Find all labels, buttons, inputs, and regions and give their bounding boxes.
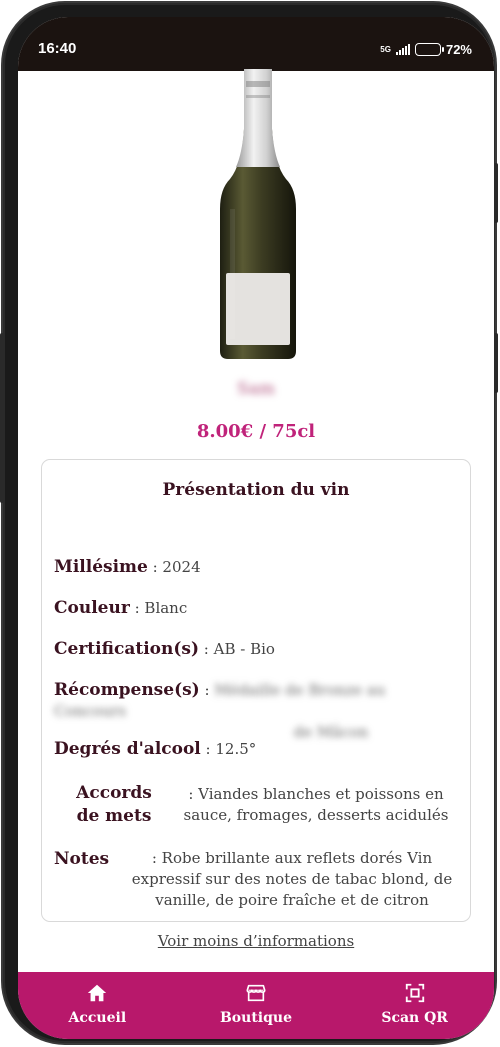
power-button: [494, 333, 498, 393]
notes-label: Notes: [54, 848, 126, 911]
notes-label-text: Notes: [54, 849, 110, 869]
accords-label-line1: Accords: [76, 783, 152, 803]
notes-value-line1: : Robe brillante aux reflets dorés Vin: [151, 849, 433, 867]
status-indicators: 5G 72%: [380, 42, 472, 57]
side-button: [0, 333, 4, 503]
certification-row: Certification(s) : AB - Bio: [54, 639, 458, 660]
store-icon: [246, 984, 266, 1002]
millesime-label: Millésime: [54, 557, 148, 577]
degres-row: Degrés d'alcool : 12.5°: [54, 739, 458, 760]
network-type: 5G: [380, 45, 391, 54]
accords-label-line2: de mets: [76, 806, 152, 826]
nav-item-shop[interactable]: Boutique: [196, 972, 316, 1039]
status-time: 16:40: [38, 40, 77, 57]
battery-icon: [414, 43, 444, 56]
app-screen: 16:40 5G 72% Sam 8.00€ / 75cl Présentati…: [18, 17, 494, 1039]
phone-frame: 16:40 5G 72% Sam 8.00€ / 75cl Présentati…: [0, 3, 498, 1043]
notes-value: : Robe brillante aux reflets dorés Vin e…: [126, 848, 458, 911]
card-title: Présentation du vin: [162, 480, 350, 500]
notes-value-line3: vanille, de poire fraîche et de citron: [155, 891, 429, 909]
accords-label: Accords de mets: [54, 782, 174, 828]
nav-label-scan: Scan QR: [381, 1010, 448, 1026]
certification-value: : AB - Bio: [199, 640, 275, 658]
accords-row: Accords de mets : Viandes blanches et po…: [54, 782, 458, 828]
battery-percent: 72%: [445, 42, 472, 57]
degres-value: : 12.5°: [200, 740, 257, 758]
nav-item-home[interactable]: Accueil: [37, 972, 157, 1039]
wine-presentation-card: Présentation du vin Millésime : 2024 Cou…: [41, 459, 471, 922]
signal-icon: [395, 44, 410, 55]
recompense-row: Récompense(s) : Médaille de Bronze au Co…: [54, 680, 458, 743]
accords-value-line1: : Viandes blanches et poissons en: [188, 785, 444, 803]
certification-label: Certification(s): [54, 639, 200, 659]
wine-name: Sam: [237, 379, 275, 399]
wine-price: 8.00€ / 75cl: [196, 421, 316, 442]
status-bar: 16:40 5G 72%: [18, 17, 494, 71]
accords-value: : Viandes blanches et poissons en sauce,…: [174, 782, 458, 828]
bottom-nav: Accueil Boutique Scan QR: [18, 972, 494, 1039]
accords-value-line2: sauce, fromages, desserts acidulés: [183, 806, 449, 824]
nav-label-home: Accueil: [68, 1010, 127, 1026]
notes-row: Notes : Robe brillante aux reflets dorés…: [54, 848, 458, 911]
degres-label: Degrés d'alcool: [54, 739, 201, 759]
home-icon: [88, 984, 107, 1002]
couleur-label: Couleur: [54, 598, 130, 618]
volume-button: [494, 163, 498, 223]
recompense-separator: :: [199, 681, 215, 699]
notes-value-line2: expressif sur des notes de tabac blond, …: [131, 870, 453, 888]
nav-label-shop: Boutique: [219, 1010, 292, 1026]
toggle-info-link[interactable]: Voir moins d’informations: [18, 932, 494, 950]
wine-bottle-image: [208, 69, 308, 369]
millesime-value: : 2024: [147, 558, 201, 576]
couleur-value: : Blanc: [129, 599, 188, 617]
millesime-row: Millésime : 2024: [54, 557, 458, 578]
scan-qr-icon: [405, 983, 424, 1003]
nav-item-scan[interactable]: Scan QR: [355, 972, 475, 1039]
recompense-label: Récompense(s): [54, 680, 200, 700]
couleur-row: Couleur : Blanc: [54, 598, 458, 619]
